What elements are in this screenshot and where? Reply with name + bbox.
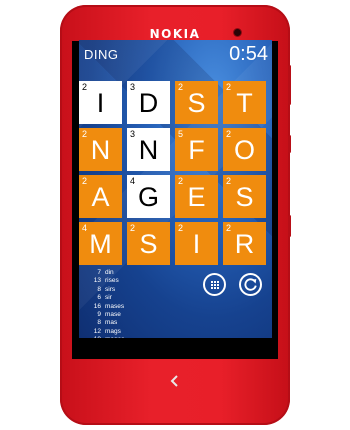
grid-icon (210, 280, 219, 289)
current-word: DING (84, 47, 119, 62)
tile-letter: F (188, 135, 205, 165)
letter-tile[interactable]: 3 D (127, 81, 170, 124)
tile-letter: O (233, 135, 255, 165)
word-points: 12 (93, 327, 101, 335)
word-points: 13 (93, 277, 101, 285)
word-points: 19 (87, 336, 101, 338)
tile-letter: G (137, 182, 159, 212)
letter-tile[interactable]: 2 S (223, 175, 266, 218)
list-item: 7 din (87, 269, 167, 277)
tile-letter: A (91, 182, 110, 212)
chevron-left-icon[interactable] (168, 374, 182, 388)
letter-tile[interactable]: 3 N (127, 128, 170, 171)
list-item: 6 sir (87, 294, 167, 302)
word-text: mase (105, 310, 121, 318)
front-camera (234, 29, 241, 36)
letter-grid: 2 I 3 D 2 S 2 T 2 N 3 N 5 F 2 O 2 A 4 G … (79, 81, 272, 265)
tile-letter: S (235, 182, 254, 212)
word-points: 9 (97, 310, 101, 318)
letter-tile[interactable]: 4 G (127, 175, 170, 218)
volume-button (288, 65, 291, 105)
found-words-list: 7 din 13 rises 8 sirs 6 sir 16 mases 9 mase 8m… (87, 269, 167, 338)
tile-letter: N (138, 135, 159, 165)
word-points: 7 (97, 269, 101, 276)
refresh-icon (244, 278, 257, 291)
letter-tile[interactable]: 2 A (79, 175, 122, 218)
tile-letter: I (96, 88, 105, 118)
list-item: 13 rises (87, 277, 167, 285)
letter-tile[interactable]: 2 I (79, 81, 122, 124)
word-text: mas (105, 319, 118, 327)
letter-tile[interactable]: 2 R (223, 222, 266, 265)
tile-letter: R (234, 229, 255, 259)
word-text: sir (105, 294, 112, 302)
list-item: 16 mases (87, 303, 167, 311)
list-item: 12 mags (87, 328, 167, 336)
letter-tile[interactable]: 2 S (127, 222, 170, 265)
letter-tile[interactable]: 4 M (79, 222, 122, 265)
power-button (288, 135, 291, 153)
tile-letter: T (236, 88, 253, 118)
letter-tile[interactable]: 2 S (175, 81, 218, 124)
stage: NOKIA DING 0:54 2 I 3 D 2 S 2 T 2 N 3 N … (0, 0, 350, 430)
letter-tile[interactable]: 5 F (175, 128, 218, 171)
refresh-button[interactable] (239, 273, 262, 296)
brand-logo: NOKIA (149, 27, 201, 41)
tile-letter: M (89, 229, 112, 259)
word-points: 16 (93, 302, 101, 310)
word-text: sirs (105, 285, 116, 293)
word-text: mags (105, 327, 121, 335)
word-text: din (105, 269, 114, 276)
word-points: 8 (97, 285, 101, 293)
word-text: mases (105, 302, 125, 310)
word-text: rises (105, 277, 119, 285)
tile-letter: D (138, 88, 159, 118)
tile-letter: N (90, 135, 111, 165)
tile-letter: E (187, 182, 206, 212)
letter-tile[interactable]: 2 O (223, 128, 266, 171)
list-item: 9 mase (87, 311, 167, 319)
word-points: 6 (97, 294, 101, 302)
word-points: 8 (97, 319, 101, 327)
letter-tile[interactable]: 2 E (175, 175, 218, 218)
letter-tile[interactable]: 2 I (175, 222, 218, 265)
grid-button[interactable] (203, 273, 226, 296)
tile-letter: I (192, 229, 201, 259)
tile-letter: S (139, 229, 158, 259)
timer: 0:54 (229, 43, 268, 65)
list-item: 8 sirs (87, 286, 167, 294)
camera-button (288, 215, 291, 237)
list-item: 19 mages (87, 336, 167, 338)
list-item: 8 mas (87, 319, 167, 327)
tile-letter: S (187, 88, 206, 118)
word-text: mages (105, 336, 125, 338)
letter-tile[interactable]: 2 N (79, 128, 122, 171)
game-screen: DING 0:54 2 I 3 D 2 S 2 T 2 N 3 N 5 F 2 … (79, 40, 272, 338)
letter-tile[interactable]: 2 T (223, 81, 266, 124)
